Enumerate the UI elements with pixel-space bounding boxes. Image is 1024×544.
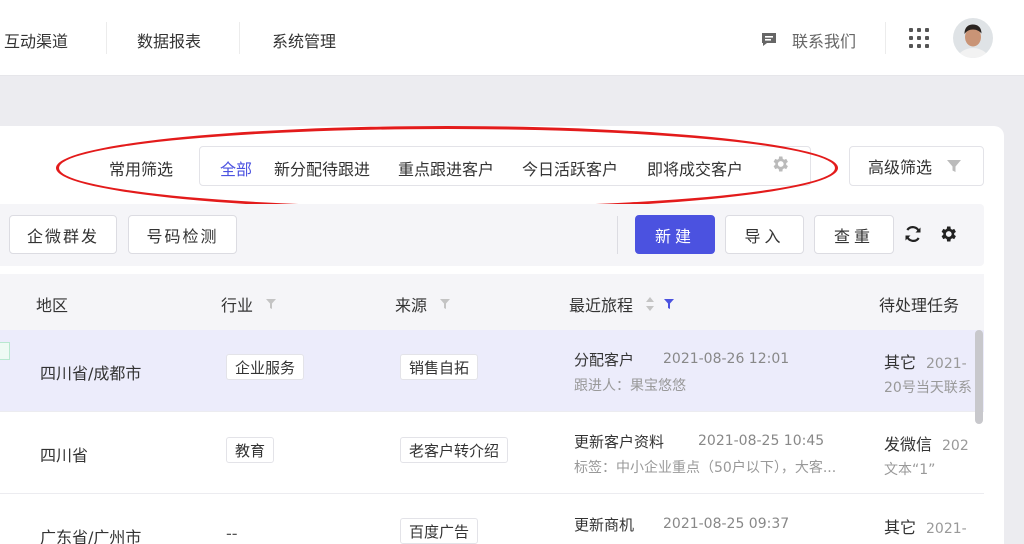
pending-task-cell[interactable]: 发微信 202 文本“1” <box>884 431 974 479</box>
journey-time: 2021-08-25 10:45 <box>698 433 825 449</box>
journey-detail: 跟进人：果宝悠悠 <box>574 378 686 394</box>
column-header-pending-tasks: 待处理任务 <box>879 296 960 315</box>
column-filter-icon[interactable] <box>439 298 451 310</box>
wecom-mass-send-button[interactable]: 企微群发 <box>9 215 117 254</box>
advanced-filter-label: 高级筛选 <box>868 158 933 177</box>
task-time: 202 <box>942 438 969 454</box>
source-tag: 销售自拓 <box>400 354 479 380</box>
nav-divider <box>239 22 240 54</box>
table-scrollbar[interactable] <box>975 330 983 424</box>
column-header-recent-journey[interactable]: 最近旅程 <box>569 292 675 316</box>
settings-gear-icon[interactable] <box>938 224 958 244</box>
industry-tag: 教育 <box>226 437 275 463</box>
top-nav-bar: 互动渠道 数据报表 系统管理 联系我们 <box>0 0 1024 76</box>
journey-time: 2021-08-26 12:01 <box>663 351 790 367</box>
region-cell: 广东省/广州市 <box>40 528 142 544</box>
task-type: 其它 <box>884 353 917 372</box>
column-header-region: 地区 <box>36 296 69 315</box>
task-time: 2021- <box>926 521 967 537</box>
industry-tag: 企业服务 <box>226 354 305 380</box>
journey-detail: 标签：中小企业重点（50户以下），大客... <box>574 460 837 476</box>
pending-task-cell[interactable]: 其它 2021- 20号当天联系 <box>884 349 974 397</box>
region-cell: 四川省 <box>40 446 89 465</box>
contact-us-label: 联系我们 <box>792 32 857 51</box>
region-cell: 四川省/成都市 <box>40 364 142 383</box>
filter-chip-new-assigned[interactable]: 新分配待跟进 <box>274 156 370 180</box>
toolbar-divider <box>617 216 618 254</box>
industry-empty: -- <box>226 524 238 543</box>
journey-time: 2021-08-25 09:37 <box>663 516 790 532</box>
message-icon <box>762 33 776 46</box>
task-type: 其它 <box>884 518 917 537</box>
column-filter-active-icon[interactable] <box>663 298 675 310</box>
source-tag: 百度广告 <box>400 518 479 544</box>
table-row[interactable] <box>0 494 984 544</box>
row-selection-checkbox[interactable] <box>0 342 10 360</box>
table-row[interactable] <box>0 330 984 412</box>
nav-divider <box>885 22 886 54</box>
column-header-source[interactable]: 来源 <box>395 292 451 316</box>
nav-item-system[interactable]: 系统管理 <box>272 28 336 52</box>
source-tag: 老客户转介绍 <box>400 437 509 463</box>
filter-settings-gear-icon[interactable] <box>770 154 790 174</box>
journey-title: 分配客户 <box>574 351 635 369</box>
apps-grid-icon[interactable] <box>909 28 929 48</box>
filter-chip-key-followup[interactable]: 重点跟进客户 <box>398 156 494 180</box>
common-filters-label: 常用筛选 <box>109 160 174 179</box>
journey-title: 更新商机 <box>574 516 635 534</box>
task-type: 发微信 <box>884 435 933 454</box>
dedupe-button[interactable]: 查重 <box>814 215 894 254</box>
refresh-icon[interactable] <box>903 224 923 244</box>
task-time: 2021- <box>926 356 967 372</box>
journey-title: 更新客户资料 <box>574 433 665 451</box>
filter-chip-active-today[interactable]: 今日活跃客户 <box>522 156 618 180</box>
user-avatar[interactable] <box>953 18 993 58</box>
column-filter-icon[interactable] <box>265 298 277 310</box>
task-detail: 20号当天联系 <box>884 380 972 396</box>
column-header-industry[interactable]: 行业 <box>221 292 277 316</box>
contact-us-link[interactable]: 联系我们 <box>760 28 856 52</box>
nav-item-channels[interactable]: 互动渠道 <box>4 28 68 52</box>
table-header <box>0 274 984 330</box>
nav-divider <box>106 22 107 54</box>
pending-task-cell[interactable]: 其它 2021- <box>884 514 974 538</box>
filter-chip-closing-soon[interactable]: 即将成交客户 <box>647 156 743 180</box>
number-check-button[interactable]: 号码检测 <box>128 215 237 254</box>
nav-item-reports[interactable]: 数据报表 <box>137 28 201 52</box>
advanced-filter-button[interactable]: 高级筛选 <box>849 146 984 186</box>
import-button[interactable]: 导入 <box>725 215 804 254</box>
sort-icon[interactable] <box>645 296 655 312</box>
funnel-icon <box>947 160 962 172</box>
task-detail: 文本“1” <box>884 462 936 478</box>
filter-chip-all[interactable]: 全部 <box>220 156 252 180</box>
create-button[interactable]: 新建 <box>635 215 715 254</box>
